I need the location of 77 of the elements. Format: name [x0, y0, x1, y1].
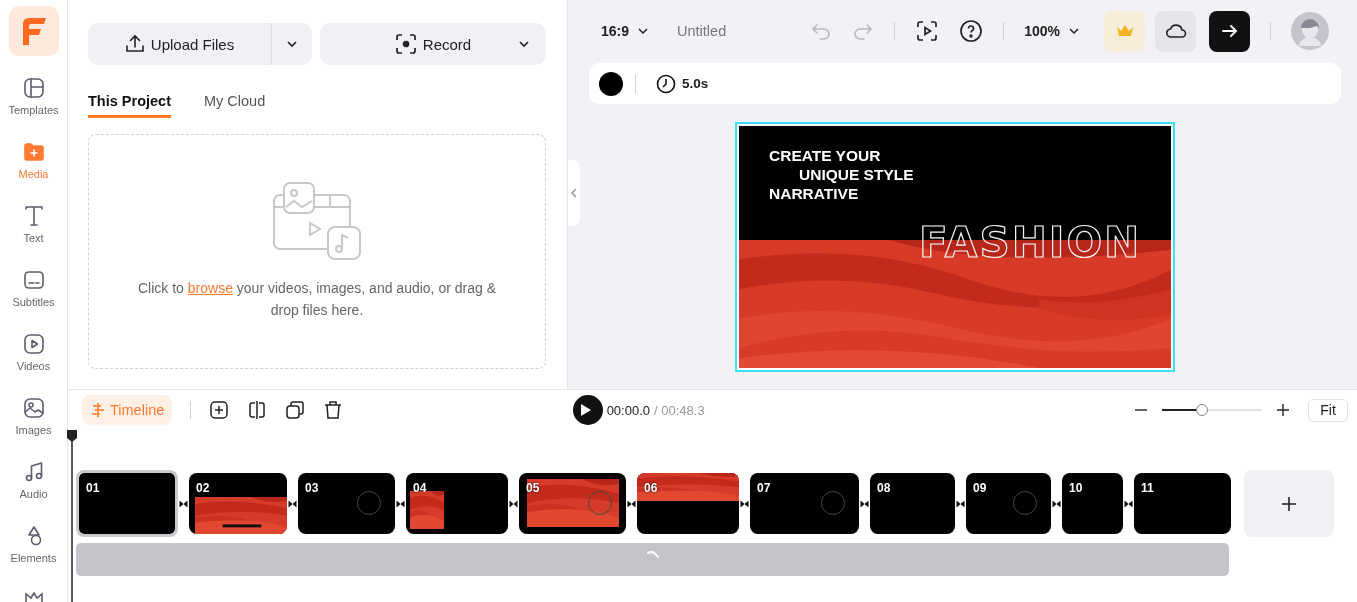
templates-icon	[21, 76, 46, 100]
clip-thumbnail[interactable]: 06	[637, 473, 739, 534]
export-button[interactable]	[1209, 10, 1250, 52]
total-time: / 00:48.3	[654, 402, 705, 418]
preview-icon[interactable]	[915, 19, 940, 43]
zoom-slider[interactable]	[1162, 404, 1262, 416]
collapse-handle[interactable]	[568, 160, 580, 226]
tab[interactable]: My Cloud	[204, 93, 266, 118]
sidebar-item[interactable]: Elements	[1, 524, 66, 574]
caret-icon	[637, 25, 650, 37]
record-icon	[394, 33, 417, 55]
help-icon[interactable]	[959, 19, 984, 43]
delete-icon[interactable]	[323, 400, 344, 420]
tab[interactable]: This Project	[88, 93, 171, 118]
drop-zone[interactable]: Click to browse your videos, images, and audio, or drag & drop files here.	[88, 134, 546, 369]
drop-instructions: Click to browse your videos, images, and audio, or drag & drop files here.	[137, 279, 497, 320]
clip-thumbnail[interactable]: 11	[1134, 473, 1231, 534]
split-icon[interactable]	[247, 400, 268, 420]
sidebar-item[interactable]: Audio	[1, 460, 66, 510]
clip-number: 09	[973, 481, 987, 495]
clip-number: 01	[86, 481, 100, 495]
zoom-dropdown[interactable]: 100%	[1024, 23, 1080, 39]
upload-icon	[124, 34, 145, 54]
caret-icon	[1068, 25, 1080, 37]
cloud-icon	[1164, 23, 1187, 39]
caret-icon	[286, 38, 298, 50]
image-icon	[21, 396, 46, 420]
clip-thumbnail[interactable]: 02	[189, 473, 287, 534]
sidebar-item[interactable]: Images	[1, 396, 66, 446]
clip-thumbnail[interactable]: 01	[76, 470, 178, 537]
zoom-in-icon[interactable]	[1276, 403, 1290, 417]
background-color-swatch[interactable]	[599, 71, 623, 96]
upload-button[interactable]: Upload Files	[88, 23, 272, 65]
sidebar-item[interactable]: Templates	[1, 76, 66, 126]
clip-number: 07	[757, 481, 771, 495]
clip-number: 08	[877, 481, 891, 495]
duplicate-icon[interactable]	[285, 400, 306, 420]
slide-headline: CREATE YOUR UNIQUE STYLE NARRATIVE	[769, 146, 914, 203]
play-icon	[580, 403, 593, 417]
caret-icon	[518, 38, 530, 50]
clip-thumbnail[interactable]: 03	[298, 473, 395, 534]
clock-icon	[656, 73, 676, 94]
sidebar-item[interactable]: Videos	[1, 332, 66, 382]
clip-number: 03	[305, 481, 319, 495]
duration[interactable]: 5.0s	[682, 76, 709, 91]
add-clip-button[interactable]	[1244, 470, 1334, 537]
video-icon	[21, 332, 46, 356]
clip-thumbnail[interactable]: 07	[750, 473, 859, 534]
current-time: 00:00.0	[606, 402, 650, 418]
arrow-right-icon	[1221, 24, 1238, 38]
chevron-left-icon	[570, 187, 578, 199]
add-icon[interactable]	[209, 400, 230, 420]
sidebar-item[interactable]: Text	[1, 204, 66, 254]
clip-thumbnail[interactable]: 10	[1062, 473, 1123, 534]
sidebar-item[interactable]: Subtitles	[1, 268, 66, 318]
aspect-ratio-dropdown[interactable]: 16:9	[601, 23, 650, 39]
logo-icon[interactable]	[8, 6, 59, 56]
project-title[interactable]: Untitled	[677, 23, 727, 39]
clip-thumbnail[interactable]: 08	[870, 473, 955, 534]
avatar[interactable]	[1291, 12, 1329, 50]
playhead[interactable]	[66, 430, 78, 602]
clip-number: 10	[1069, 481, 1083, 495]
timeline-icon	[90, 402, 106, 418]
play-button[interactable]	[572, 395, 603, 425]
cloud-button[interactable]	[1155, 10, 1196, 52]
fit-button[interactable]: Fit	[1308, 398, 1348, 422]
clip-number: 06	[644, 481, 658, 495]
media-files-icon	[272, 181, 362, 261]
subtitles-icon	[21, 268, 46, 292]
clip-thumbnail[interactable]: 09	[966, 473, 1051, 534]
folder-plus-icon	[21, 140, 46, 164]
clip-number: 02	[196, 481, 210, 495]
record-button[interactable]: Record	[320, 23, 546, 65]
crown-icon	[1115, 24, 1134, 38]
slider-thumb[interactable]	[1196, 404, 1208, 416]
plus-icon	[1281, 495, 1297, 512]
clip-number: 11	[1141, 481, 1154, 495]
